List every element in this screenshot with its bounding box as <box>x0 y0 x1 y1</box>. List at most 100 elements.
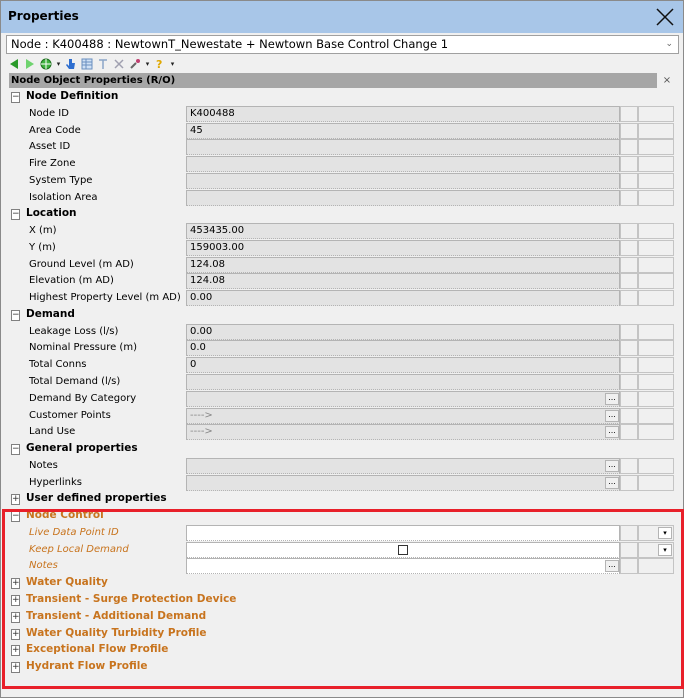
ellipsis-button[interactable]: ... <box>605 459 619 472</box>
dropdown-button[interactable]: ▾ <box>658 543 672 556</box>
chevron-down-icon[interactable]: ▾ <box>169 57 176 71</box>
expand-icon[interactable]: + <box>11 662 20 674</box>
property-value[interactable]: 124.08 <box>186 273 620 290</box>
ellipsis-button[interactable]: ... <box>605 426 619 439</box>
property-value[interactable]: 0 <box>186 357 620 374</box>
grid-icon[interactable] <box>80 57 94 71</box>
property-value[interactable] <box>186 524 620 541</box>
node-selector-dropdown[interactable]: Node : K400488 : NewtownT_Newestate + Ne… <box>6 35 679 54</box>
property-value[interactable] <box>186 374 620 391</box>
category-row[interactable]: + Hydrant Flow Profile <box>9 659 674 676</box>
property-row[interactable]: Notes... <box>9 558 674 575</box>
property-row[interactable]: Ground Level (m AD) 124.08 <box>9 256 674 274</box>
collapse-icon[interactable]: − <box>11 511 20 523</box>
category-row[interactable]: + User defined properties <box>9 491 674 508</box>
property-row[interactable]: Elevation (m AD) 124.08 <box>9 273 674 290</box>
property-row[interactable]: Notes... <box>9 457 674 475</box>
expand-icon[interactable]: + <box>11 628 20 640</box>
category-row[interactable]: − Location <box>9 206 674 223</box>
property-row[interactable]: Hyperlinks... <box>9 474 674 492</box>
property-value[interactable]: ----> <box>186 407 620 424</box>
property-row[interactable]: Node ID K400488 <box>9 105 674 123</box>
property-row[interactable]: System Type <box>9 172 674 190</box>
property-row[interactable]: Land Use ---->... <box>9 424 674 441</box>
dropdown-button[interactable]: ▾ <box>658 526 672 539</box>
collapse-icon[interactable]: − <box>11 209 20 221</box>
category-row[interactable]: + Exceptional Flow Profile <box>9 642 674 659</box>
cell <box>638 424 674 441</box>
property-row[interactable]: Y (m) 159003.00 <box>9 239 674 257</box>
expand-icon[interactable]: + <box>11 494 20 506</box>
help-icon[interactable]: ? <box>153 57 167 71</box>
property-value[interactable] <box>186 139 620 156</box>
property-row[interactable]: Total Demand (l/s) <box>9 374 674 391</box>
globe-icon[interactable] <box>39 57 53 71</box>
hand-pointer-icon[interactable] <box>64 57 78 71</box>
property-row[interactable]: Live Data Point ID ▾ <box>9 524 674 542</box>
property-value[interactable] <box>186 156 620 173</box>
property-row[interactable]: Total Conns 0 <box>9 357 674 374</box>
delete-icon[interactable] <box>112 57 126 71</box>
property-value[interactable] <box>186 474 620 491</box>
property-value[interactable]: 159003.00 <box>186 239 620 256</box>
ellipsis-button[interactable]: ... <box>605 409 619 422</box>
category-row[interactable]: + Transient - Additional Demand <box>9 609 674 626</box>
property-value[interactable]: 0.00 <box>186 323 620 340</box>
property-row[interactable]: Area Code 45 <box>9 122 674 140</box>
property-row[interactable]: Highest Property Level (m AD) 0.00 <box>9 290 674 307</box>
property-row[interactable]: X (m) 453435.00 <box>9 223 674 240</box>
property-label: Y (m) <box>29 241 56 253</box>
ellipsis-button[interactable]: ... <box>605 560 619 573</box>
collapse-icon[interactable]: − <box>11 444 20 456</box>
wrench-icon[interactable] <box>128 57 142 71</box>
expand-icon[interactable]: + <box>11 645 20 657</box>
category-row[interactable]: − General properties <box>9 441 674 458</box>
expand-icon[interactable]: + <box>11 578 20 590</box>
ellipsis-button[interactable]: ... <box>605 476 619 489</box>
property-row[interactable]: Nominal Pressure (m) 0.0 <box>9 340 674 357</box>
property-row[interactable]: Fire Zone <box>9 156 674 173</box>
property-label: Nominal Pressure (m) <box>29 342 137 354</box>
keep-local-demand-checkbox[interactable] <box>398 544 408 555</box>
property-value[interactable] <box>186 172 620 189</box>
property-value[interactable]: 453435.00 <box>186 223 620 240</box>
chevron-down-icon[interactable]: ⌄ <box>665 36 673 53</box>
property-value[interactable]: K400488 <box>186 105 620 122</box>
category-row[interactable]: + Water Quality <box>9 575 674 592</box>
ellipsis-button[interactable]: ... <box>605 392 619 405</box>
property-row[interactable]: Keep Local Demand ▾ <box>9 541 674 559</box>
property-value[interactable]: 124.08 <box>186 256 620 273</box>
collapse-icon[interactable]: − <box>11 309 20 321</box>
chevron-down-icon[interactable]: ▾ <box>55 57 62 71</box>
property-label: Demand By Category <box>29 392 137 404</box>
property-row[interactable]: Isolation Area <box>9 189 674 207</box>
property-value[interactable]: 0.00 <box>186 290 620 307</box>
forward-arrow-icon[interactable] <box>23 57 37 71</box>
category-row[interactable]: − Node Control <box>9 508 674 525</box>
collapse-icon[interactable]: − <box>11 92 20 103</box>
back-arrow-icon[interactable] <box>7 57 21 71</box>
property-value[interactable] <box>186 558 620 575</box>
property-value[interactable] <box>186 457 620 474</box>
property-value[interactable]: 0.0 <box>186 340 620 357</box>
close-icon[interactable] <box>653 5 677 29</box>
property-row[interactable]: Leakage Loss (l/s) 0.00 <box>9 323 674 341</box>
chevron-down-icon[interactable]: ▾ <box>144 57 151 71</box>
cell <box>638 474 674 491</box>
category-row[interactable]: + Water Quality Turbidity Profile <box>9 626 674 643</box>
property-value[interactable] <box>186 189 620 206</box>
property-value[interactable]: ----> <box>186 424 620 441</box>
close-icon[interactable]: × <box>661 75 673 87</box>
category-row[interactable]: − Demand <box>9 307 674 324</box>
property-row[interactable]: Asset ID <box>9 139 674 156</box>
category-row[interactable]: − Node Definition <box>9 89 674 106</box>
property-value[interactable]: 45 <box>186 122 620 139</box>
text-icon[interactable] <box>96 57 110 71</box>
property-value[interactable] <box>186 390 620 407</box>
property-row[interactable]: Demand By Category... <box>9 390 674 408</box>
expand-icon[interactable]: + <box>11 611 20 623</box>
expand-icon[interactable]: + <box>11 594 20 606</box>
category-row[interactable]: + Transient - Surge Protection Device <box>9 592 674 609</box>
cell <box>620 122 638 139</box>
property-row[interactable]: Customer Points ---->... <box>9 407 674 425</box>
